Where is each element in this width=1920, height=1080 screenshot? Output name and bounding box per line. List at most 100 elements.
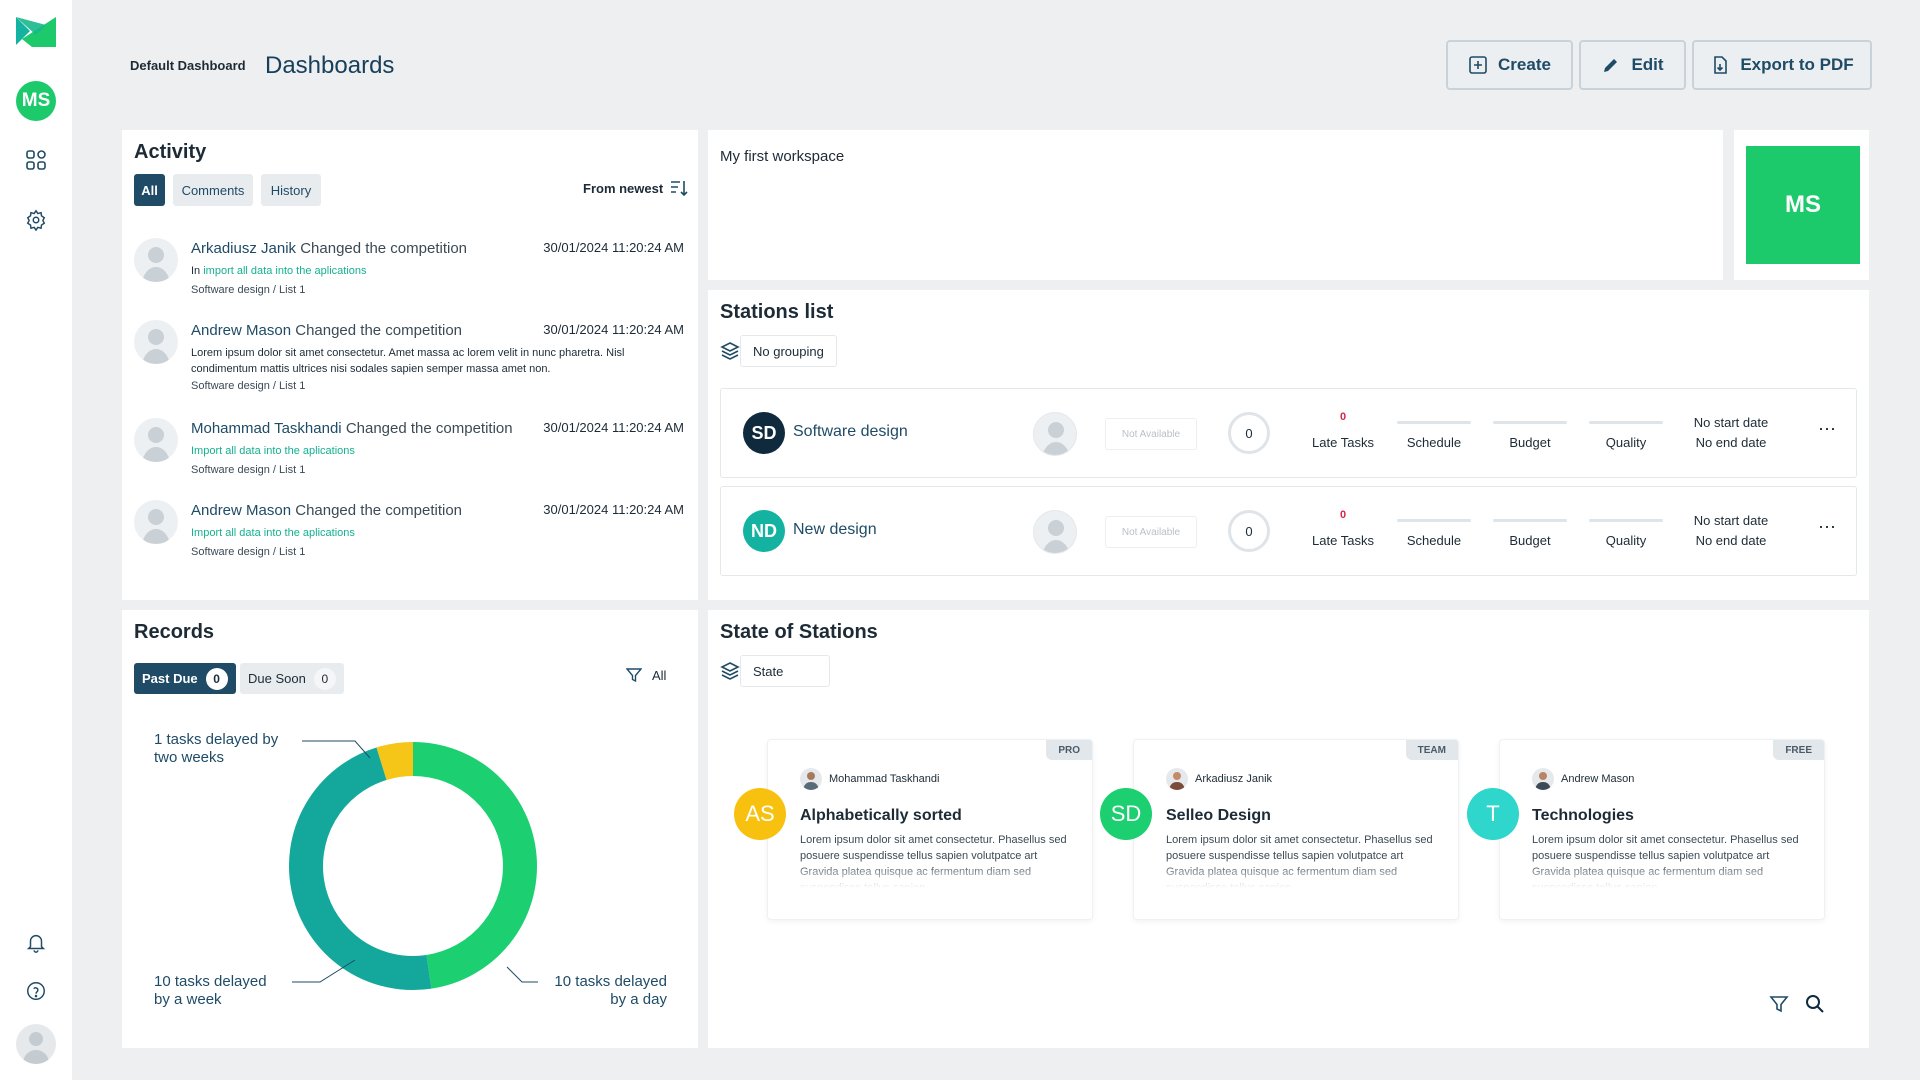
activity-title: Activity <box>134 141 207 163</box>
app-logo-icon[interactable] <box>16 17 56 47</box>
card-title: Technologies <box>1532 807 1634 824</box>
create-button[interactable]: Create <box>1446 40 1573 90</box>
station-assignee-avatar[interactable] <box>1033 510 1077 554</box>
grouping-select[interactable]: No grouping <box>740 335 837 367</box>
bell-icon[interactable] <box>24 931 48 955</box>
donut-leader-line <box>506 966 538 983</box>
station-assignee-avatar[interactable] <box>1033 412 1077 456</box>
late-tasks-label: Late Tasks <box>1312 435 1374 450</box>
workspace-badge[interactable]: MS <box>1746 146 1860 264</box>
donut-label-line: 10 tasks delayed <box>154 973 267 990</box>
activity-timestamp: 30/01/2024 11:20:24 AM <box>543 240 684 255</box>
sidebar: MS <box>0 0 72 1080</box>
donut-segment <box>376 742 414 781</box>
activity-body-line: condimentum mattis ultrices nisi sodales… <box>191 363 551 375</box>
owner-avatar <box>1532 768 1554 790</box>
help-icon[interactable] <box>24 979 48 1003</box>
activity-prefix: In <box>191 265 204 277</box>
breadcrumb[interactable]: Default Dashboard <box>130 58 246 73</box>
card-owner: Arkadiusz Janik <box>1166 768 1272 790</box>
card-owner: Andrew Mason <box>1532 768 1634 790</box>
edit-button-label: Edit <box>1631 55 1664 74</box>
donut-segment <box>412 742 537 989</box>
card-avatar: AS <box>734 788 786 840</box>
end-date: No end date <box>1695 435 1767 450</box>
activity-item: Andrew Mason Changed the competition 30/… <box>134 320 684 400</box>
donut-label-day: 10 tasks delayed by a day <box>550 973 667 1009</box>
activity-path: Software design / List 1 <box>191 546 306 558</box>
station-card[interactable]: FREE Andrew Mason Technologies Lorem ips… <box>1499 739 1825 920</box>
station-card[interactable]: PRO Mohammad Taskhandi Alphabetically so… <box>767 739 1093 920</box>
more-options-icon[interactable]: ⋯ <box>1818 419 1837 440</box>
budget-bar <box>1493 421 1567 424</box>
not-available-badge: Not Available <box>1105 516 1197 548</box>
late-tasks-label: Late Tasks <box>1312 533 1374 548</box>
search-icon[interactable] <box>1805 994 1825 1014</box>
owner-avatar <box>1166 768 1188 790</box>
donut-segment <box>289 747 432 990</box>
station-name[interactable]: New design <box>793 521 877 539</box>
state-of-stations-title: State of Stations <box>720 621 878 643</box>
card-description: Lorem ipsum dolor sit amet consectetur. … <box>1166 834 1433 888</box>
tab-all[interactable]: All <box>134 174 165 206</box>
stations-list-title: Stations list <box>720 301 834 323</box>
user-avatar-initials[interactable]: MS <box>16 81 56 121</box>
activity-user-name[interactable]: Arkadiusz Janik <box>191 240 296 257</box>
quality-bar <box>1589 421 1663 424</box>
donut-label-line: 10 tasks delayed <box>554 973 667 990</box>
plan-tag: TEAM <box>1405 740 1458 760</box>
state-select[interactable]: State <box>740 655 830 687</box>
activity-action: Changed the competition <box>300 240 467 257</box>
tab-comments[interactable]: Comments <box>173 174 253 206</box>
filter-icon[interactable] <box>1769 994 1789 1014</box>
activity-user-name[interactable]: Andrew Mason <box>191 322 291 339</box>
activity-timestamp: 30/01/2024 11:20:24 AM <box>543 322 684 337</box>
activity-headline: Mohammad Taskhandi Changed the competiti… <box>191 420 513 437</box>
station-count: 0 <box>1228 510 1270 552</box>
settings-gear-icon[interactable] <box>24 208 48 232</box>
user-avatar-icon[interactable] <box>16 1024 56 1064</box>
activity-link[interactable]: import all data into the aplications <box>203 265 366 277</box>
schedule-bar <box>1397 421 1471 424</box>
activity-action: Changed the competition <box>345 420 513 437</box>
plan-tag: PRO <box>1046 740 1092 760</box>
donut-label-week: 10 tasks delayed by a week <box>154 973 267 1009</box>
tab-history[interactable]: History <box>261 174 321 206</box>
budget-bar <box>1493 519 1567 522</box>
station-card[interactable]: TEAM Arkadiusz Janik Selleo Design Lorem… <box>1133 739 1459 920</box>
dashboard-grid-icon[interactable] <box>24 148 48 172</box>
station-row[interactable]: SD Software design Not Available 0 0 Lat… <box>720 388 1857 478</box>
more-options-icon[interactable]: ⋯ <box>1818 517 1837 538</box>
schedule-bar <box>1397 519 1471 522</box>
station-name[interactable]: Software design <box>793 423 908 441</box>
card-avatar: SD <box>1100 788 1152 840</box>
edit-button[interactable]: Edit <box>1579 40 1686 90</box>
card-description: Lorem ipsum dolor sit amet consectetur. … <box>800 834 1067 888</box>
schedule-label: Schedule <box>1406 533 1462 548</box>
plan-tag: FREE <box>1773 740 1824 760</box>
late-tasks-count: 0 <box>1339 411 1347 423</box>
activity-item: Mohammad Taskhandi Changed the competiti… <box>134 418 684 498</box>
layers-icon <box>720 662 740 680</box>
activity-detail: Import all data into the aplications <box>191 445 355 457</box>
workspace-label[interactable]: My first workspace <box>720 148 844 165</box>
activity-user-name[interactable]: Andrew Mason <box>191 502 291 519</box>
station-dates: No start date No end date <box>1681 511 1781 551</box>
activity-link[interactable]: Import all data into the aplications <box>191 445 355 457</box>
station-row[interactable]: ND New design Not Available 0 0 Late Tas… <box>720 486 1857 576</box>
quality-label: Quality <box>1605 435 1647 450</box>
sort-descending-icon <box>671 181 688 197</box>
card-title: Alphabetically sorted <box>800 807 962 824</box>
activity-action: Changed the competition <box>295 322 463 339</box>
activity-user-name[interactable]: Mohammad Taskhandi <box>191 420 342 437</box>
activity-link[interactable]: Import all data into the aplications <box>191 527 355 539</box>
pencil-icon <box>1604 59 1618 72</box>
sort-control[interactable]: From newest <box>583 178 689 198</box>
station-dates: No start date No end date <box>1681 413 1781 453</box>
donut-label-line: 1 tasks delayed by <box>154 731 279 748</box>
activity-detail: Import all data into the aplications <box>191 527 355 539</box>
activity-detail: In import all data into the aplications <box>191 265 367 277</box>
activity-headline: Andrew Mason Changed the competition <box>191 322 462 339</box>
export-pdf-button[interactable]: Export to PDF <box>1692 40 1872 90</box>
donut-label-line: by a day <box>610 991 667 1008</box>
